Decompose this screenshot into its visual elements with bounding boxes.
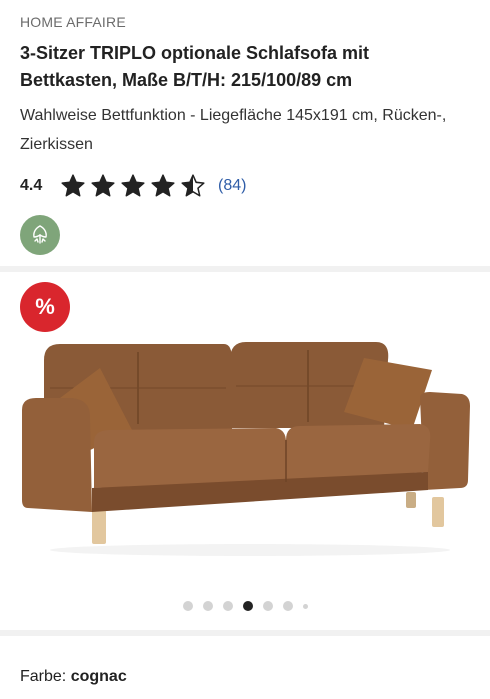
- eco-badge[interactable]: [20, 215, 60, 255]
- section-divider: [0, 630, 490, 636]
- star-full-icon: [151, 174, 175, 197]
- sofa-image[interactable]: [0, 312, 490, 562]
- pagination-dot[interactable]: [222, 601, 233, 611]
- pagination-dot[interactable]: [182, 601, 193, 611]
- leaf-recycle-icon: [33, 225, 47, 244]
- star-half-icon: [181, 174, 205, 197]
- pagination-dot-active[interactable]: [242, 601, 253, 611]
- color-label: Farbe:: [20, 668, 67, 685]
- star-full-icon: [61, 174, 85, 197]
- pagination-dot[interactable]: [282, 601, 293, 611]
- product-subtitle: Wahlweise Bettfunktion - Liegefläche 145…: [20, 107, 447, 153]
- rating-row[interactable]: 4.4 (84): [20, 173, 470, 199]
- rating-stars: [60, 173, 206, 199]
- star-full-icon: [121, 174, 145, 197]
- color-variant: Farbe: cognac: [20, 668, 127, 686]
- product-header: HOME AFFAIRE 3-Sitzer TRIPLO optionale S…: [0, 0, 490, 255]
- star-full-icon: [91, 174, 115, 197]
- rating-value: 4.4: [20, 177, 43, 194]
- gallery-pagination[interactable]: [0, 601, 490, 611]
- product-gallery[interactable]: %: [0, 272, 490, 630]
- sale-badge: %: [20, 282, 70, 332]
- review-count-link[interactable]: (84): [218, 177, 246, 195]
- pagination-dot[interactable]: [262, 601, 273, 611]
- pagination-dot[interactable]: [202, 601, 213, 611]
- color-value: cognac: [70, 668, 127, 685]
- product-title: 3-Sitzer TRIPLO optionale Schlafsofa mit…: [20, 43, 370, 90]
- brand-name[interactable]: HOME AFFAIRE: [20, 14, 470, 30]
- pagination-dot[interactable]: [302, 603, 308, 609]
